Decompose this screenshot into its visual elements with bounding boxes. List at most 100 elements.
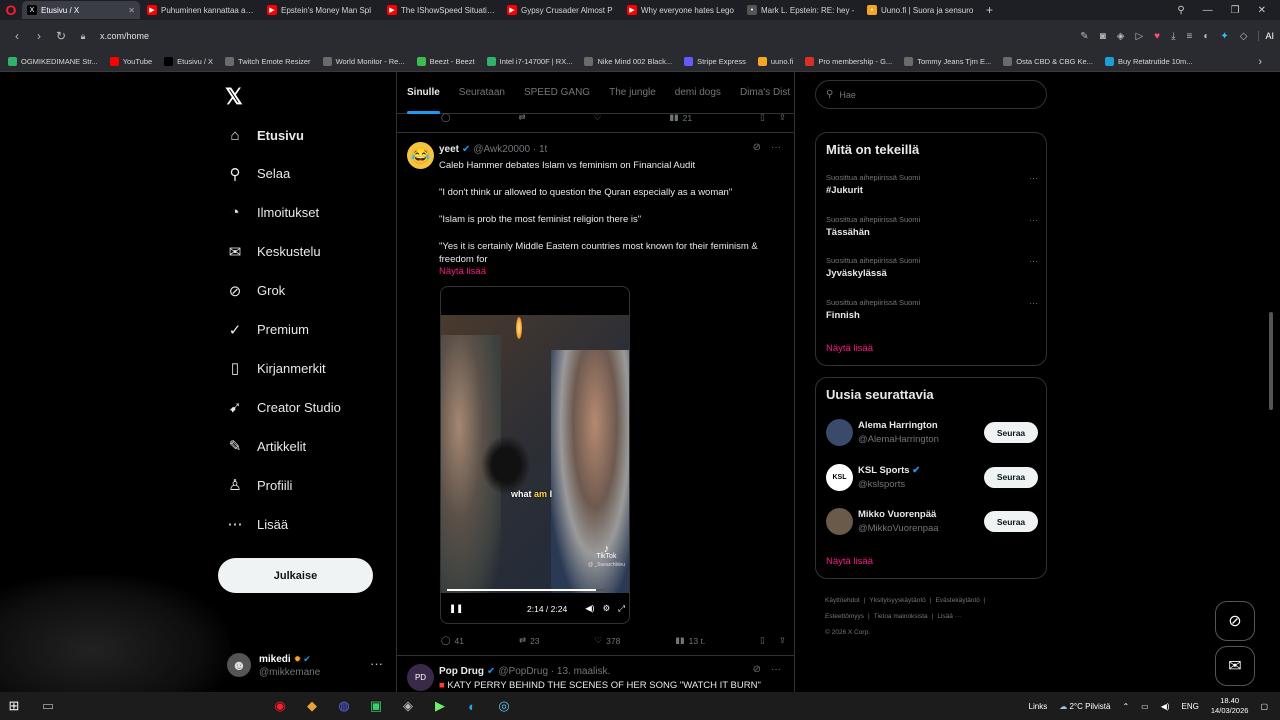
suggested-handle[interactable]: @kslsports (858, 479, 905, 490)
browser-tab[interactable]: • Mark L. Epstein: RE: hey - (742, 1, 860, 19)
trend-more-icon[interactable]: ··· (1029, 215, 1038, 225)
follow-button[interactable]: Seuraa (984, 466, 1038, 488)
app-grey-icon[interactable]: ◈ (392, 698, 424, 714)
like-icon[interactable]: ♡ (594, 112, 602, 123)
profile-icon[interactable]: ◐ (1203, 31, 1209, 42)
nav-item-grok[interactable]: ⊘ Grok (225, 277, 285, 305)
nav-item-lis-[interactable]: ⋯ Lisää (225, 510, 289, 538)
bookmark-item[interactable]: Tommy Jeans Tjm E... (904, 57, 991, 66)
nav-item-premium[interactable]: ✓ Premium (225, 316, 309, 344)
bookmark-icon[interactable]: ▯ (760, 112, 765, 123)
trend-item[interactable]: Suosittua aihepiirissä Suomi Jyväskylässä… (826, 256, 1038, 279)
menu-icon[interactable]: ≡ (1187, 31, 1193, 42)
follow-button[interactable]: Seuraa (984, 422, 1038, 443)
bookmark-item[interactable]: uuno.fi (757, 57, 793, 66)
start-button[interactable]: ⊞ (0, 698, 28, 714)
trend-item[interactable]: Suosittua aihepiirissä Suomi #Jukurit ··· (826, 173, 1038, 196)
footer-link[interactable]: Yksityisyyskäytäntö (869, 597, 925, 604)
clock[interactable]: 18.40 14/03/2026 (1211, 696, 1249, 716)
share-icon[interactable]: ⇪ (779, 112, 786, 123)
opera-taskbar-icon[interactable]: ◉ (264, 698, 296, 714)
x-logo-icon[interactable]: 𝕏 (225, 84, 243, 110)
tweet-avatar[interactable]: PD (407, 664, 434, 691)
cube-icon[interactable]: ◇ (1240, 31, 1248, 42)
search-tabs-icon[interactable]: ⚲ (1177, 5, 1184, 16)
tweet-more-icon[interactable]: ··· (771, 142, 781, 153)
steam-icon[interactable]: ◎ (488, 698, 520, 714)
footer-link[interactable]: Tietoa mainoksista (874, 613, 928, 620)
messages-fab-icon[interactable]: ✉ (1215, 646, 1255, 686)
suggested-account[interactable]: Alema Harrington @AlemaHarrington Seuraa (826, 417, 1038, 449)
browser-tab[interactable]: ▶ Epstein's Money Man Spl (262, 1, 380, 19)
feed-tab[interactable]: demi dogs (675, 72, 721, 114)
bookmark-item[interactable]: OGMIKEDIMANE Str... (8, 57, 98, 66)
opera-logo-icon[interactable]: O (0, 0, 22, 20)
suggested-account[interactable]: KSL KSL Sports ✔ @kslsports Seuraa (826, 462, 1038, 494)
footer-link[interactable]: Esteettömyys (825, 613, 864, 620)
grok-fab-icon[interactable]: ⊘ (1215, 601, 1255, 641)
footer-link[interactable]: © 2026 X Corp. (825, 629, 870, 636)
app-green-icon[interactable]: ▣ (360, 698, 392, 714)
tweet-time[interactable]: 1t (539, 144, 547, 155)
repost-button[interactable]: ⇄ 23 (519, 635, 540, 646)
task-view-icon[interactable]: ▭ (32, 698, 64, 714)
language-indicator[interactable]: ENG (1182, 702, 1199, 711)
suggested-account[interactable]: Mikko Vuorenpää @MikkoVuorenpaa Seuraa (826, 506, 1038, 538)
nav-item-ilmoitukset[interactable]: ◔ Ilmoitukset (225, 199, 319, 227)
footer-link[interactable]: Evästekäytäntö (935, 597, 979, 604)
weather-widget[interactable]: ☁ 2°C Pilvistä (1059, 702, 1110, 711)
edit-icon[interactable]: ✎ (1080, 31, 1088, 42)
volume-icon[interactable]: ◀) (1161, 702, 1170, 711)
like-button[interactable]: ♡ 378 (595, 635, 621, 646)
bookmark-item[interactable]: Buy Retatrutide 10m... (1104, 57, 1193, 66)
browser-tab[interactable]: ▶ Why everyone hates Lego (622, 1, 740, 19)
settings-icon[interactable]: ⚙ (603, 603, 611, 614)
bookmark-item[interactable]: Beezt - Beezt (416, 57, 475, 66)
reply-button[interactable]: ◯ 41 (441, 635, 464, 646)
pause-icon[interactable]: ❚❚ (449, 603, 463, 614)
avatar[interactable] (826, 508, 853, 535)
notifications-icon[interactable]: ▢ (1260, 702, 1268, 711)
bookmark-item[interactable]: Osta CBD & CBG Ke... (1003, 57, 1093, 66)
account-more-icon[interactable]: ··· (370, 656, 383, 671)
minimize-button[interactable]: — (1203, 5, 1213, 16)
tweet-handle[interactable]: @Awk20000 (473, 144, 530, 155)
play-icon[interactable]: ▷ (1135, 31, 1143, 42)
reload-button[interactable]: ↻ (50, 29, 72, 43)
tweet-time[interactable]: 13. maalisk. (557, 666, 610, 677)
nav-item-kirjanmerkit[interactable]: ▯ Kirjanmerkit (225, 354, 326, 382)
app-play-icon[interactable]: ▶ (424, 698, 456, 714)
browser-tab[interactable]: ▶ Puhuminen kannattaa aina (142, 1, 260, 19)
tweet-author[interactable]: Pop Drug (439, 666, 484, 677)
footer-link[interactable]: Lisää ··· (937, 613, 961, 620)
bookmark-item[interactable]: Pro membership - G... (805, 57, 892, 66)
ai-button[interactable]: AI (1258, 31, 1274, 41)
suggested-handle[interactable]: @AlemaHarrington (858, 434, 939, 445)
trends-show-more[interactable]: Näytä lisää (826, 343, 873, 354)
views-count[interactable]: ▮▮ 21 (669, 112, 692, 123)
browser-tab[interactable]: • Uuno.fi | Suora ja sensuro (862, 1, 980, 19)
grok-icon[interactable]: ⊘ (753, 664, 761, 675)
bookmark-item[interactable]: Intel i7-14700F | RX... (486, 57, 572, 66)
nav-item-artikkelit[interactable]: ✎ Artikkelit (225, 432, 306, 460)
bookmark-item[interactable]: Stripe Express (684, 57, 746, 66)
views-button[interactable]: ▮▮ 13 t. (675, 635, 705, 646)
back-button[interactable]: ‹ (6, 29, 28, 43)
page-scrollbar[interactable] (1268, 76, 1274, 688)
browser-tab[interactable]: X Etusivu / X ✕ (22, 1, 140, 19)
edge-icon[interactable]: ◐ (456, 699, 488, 714)
who-show-more[interactable]: Näytä lisää (826, 556, 873, 567)
reply-icon[interactable]: ◯ (441, 112, 451, 123)
tweet-avatar[interactable]: 😂 (407, 142, 434, 169)
bookmarks-overflow-icon[interactable]: › (1258, 56, 1262, 68)
search-input[interactable]: ⚲ Hae (815, 80, 1047, 109)
account-switcher[interactable]: ☻ mikedi ✹ ✔ @mikkemane ··· (227, 648, 387, 682)
fullscreen-icon[interactable]: ⤢ (618, 603, 625, 614)
browser-tab[interactable]: ▶ The IShowSpeed Situation (382, 1, 500, 19)
tweet-handle[interactable]: @PopDrug (498, 666, 548, 677)
browser-tab[interactable]: ▶ Gypsy Crusader Almost P (502, 1, 620, 19)
nav-item-selaa[interactable]: ⚲ Selaa (225, 160, 291, 188)
nav-item-profiili[interactable]: ♙ Profiili (225, 471, 292, 499)
maximize-button[interactable]: ❐ (1231, 5, 1240, 16)
network-icon[interactable]: ▭ (1141, 702, 1149, 711)
